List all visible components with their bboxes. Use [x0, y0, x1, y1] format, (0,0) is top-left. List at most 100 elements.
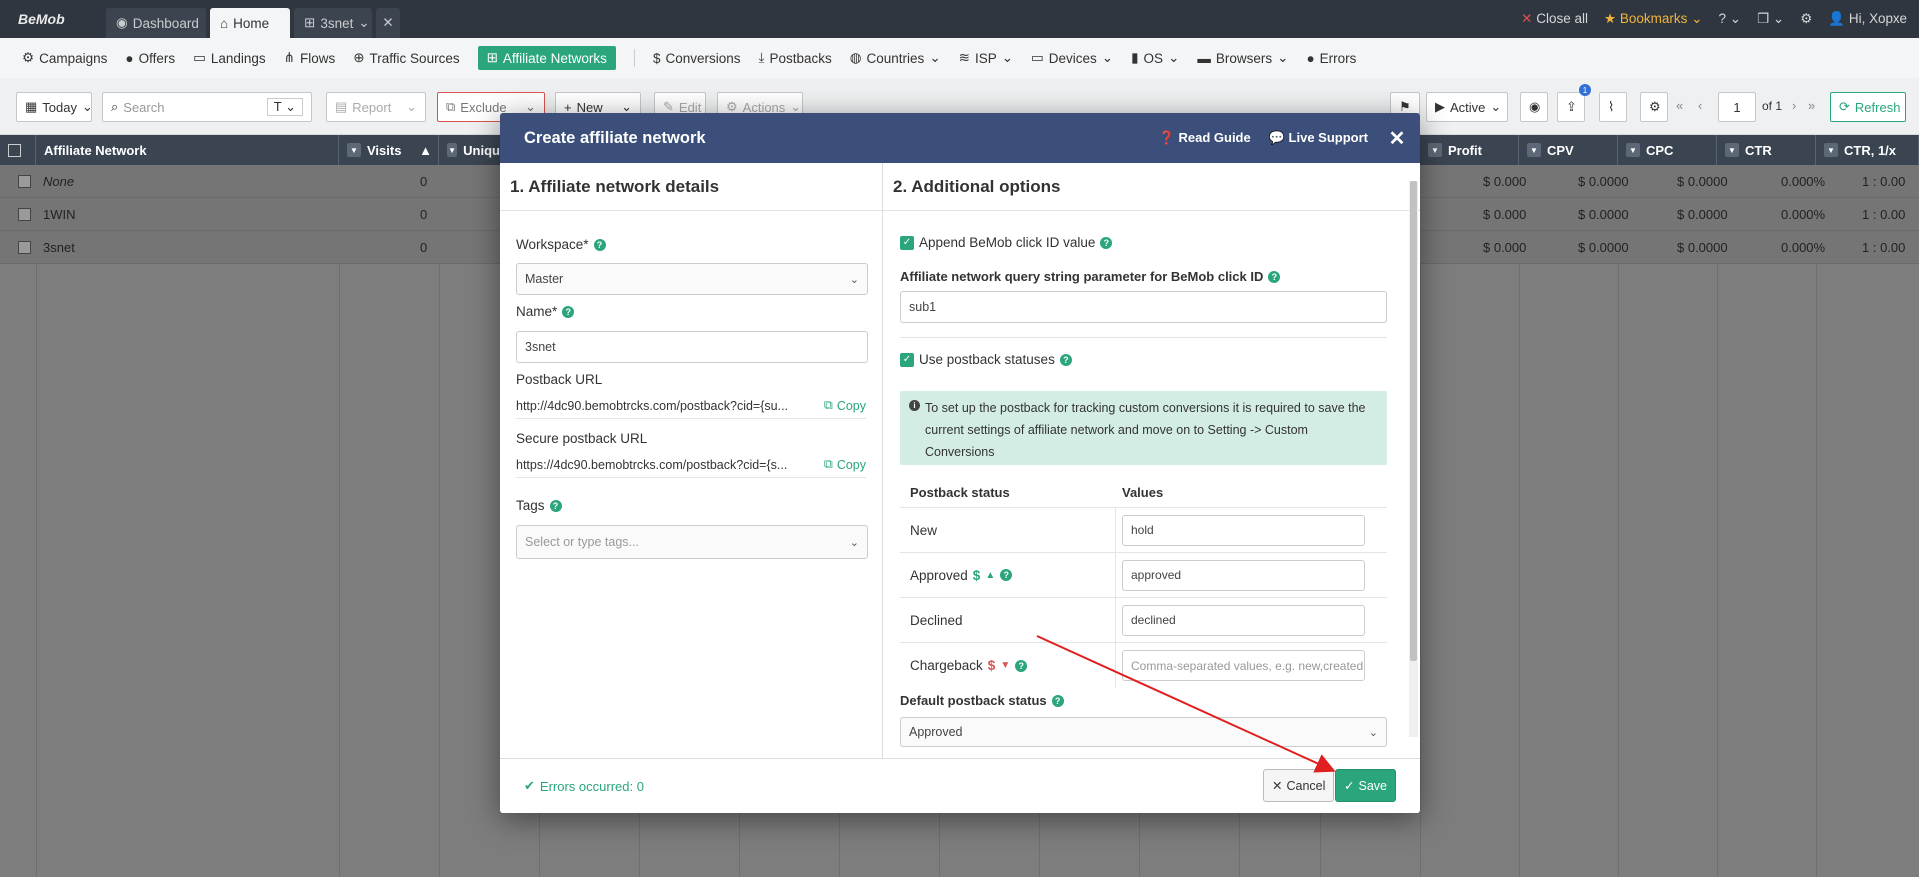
last-page-icon[interactable]: » [1808, 98, 1815, 113]
help-icon[interactable]: ? [1100, 236, 1113, 249]
close-dialog-button[interactable]: ✕ [1384, 126, 1410, 151]
menu-browsers[interactable]: ▬ Browsers ⌄ [1197, 50, 1288, 66]
menu-campaigns[interactable]: ⚙ Campaigns [22, 50, 107, 66]
row-checkbox-cell[interactable] [18, 231, 31, 264]
status-value-input[interactable]: declined [1122, 604, 1365, 636]
menu-os[interactable]: ▮ OS ⌄ [1131, 50, 1179, 66]
cancel-button[interactable]: ✕ Cancel [1263, 769, 1335, 802]
share-button[interactable]: ⇪ 1 [1557, 84, 1591, 122]
menu-conversions[interactable]: $ Conversions [653, 51, 741, 66]
row-checkbox[interactable] [18, 241, 31, 254]
column-header-cpv[interactable]: ▼ CPV [1519, 135, 1618, 165]
column-header-name[interactable]: Affiliate Network [36, 135, 339, 165]
help-icon[interactable]: ? [549, 499, 562, 512]
menu-isp[interactable]: ≋ ISP ⌄ [959, 50, 1013, 66]
menu-traffic-sources[interactable]: ⊕ Traffic Sources [353, 50, 459, 66]
copy-secure-postback-button[interactable]: ⧉ Copy [824, 457, 866, 472]
status-label: New [910, 522, 938, 538]
column-header-profit[interactable]: ▼ Profit [1420, 135, 1519, 165]
menu-countries[interactable]: ◍ Countries ⌄ [850, 50, 941, 66]
prev-page-icon[interactable]: ‹ [1698, 98, 1702, 113]
append-click-id-checkbox[interactable]: ✓ [900, 235, 914, 250]
default-status-select[interactable]: Approved ⌄ [900, 717, 1387, 747]
query-param-input[interactable]: sub1 [900, 291, 1387, 323]
refresh-button[interactable]: ⟳ Refresh [1830, 92, 1906, 122]
status-value-input[interactable]: Comma-separated values, e.g. new,created [1122, 650, 1365, 681]
row-checkbox-cell[interactable] [18, 198, 31, 231]
settings-button[interactable]: ⚙ [1800, 11, 1812, 27]
row-ctr: 0.000% [1781, 174, 1826, 189]
filter-icon[interactable]: ▼ [1725, 143, 1739, 157]
row-checkbox[interactable] [18, 208, 31, 221]
row-checkbox[interactable] [18, 175, 31, 188]
workspace-select[interactable]: Master ⌄ [516, 263, 868, 295]
app-logo[interactable]: BeMob [18, 11, 88, 27]
menu-postbacks[interactable]: ⤓ Postbacks [759, 50, 832, 66]
menu-offers[interactable]: ● Offers [125, 51, 175, 66]
row-checkbox-cell[interactable] [18, 165, 31, 198]
help-icon[interactable]: ? [1268, 270, 1281, 283]
append-click-id-option[interactable]: ✓ Append BeMob click ID value? [900, 235, 1113, 250]
filter-icon[interactable]: ▼ [347, 143, 361, 157]
view-button[interactable]: ◉ [1520, 92, 1548, 122]
select-all-checkbox-cell[interactable] [0, 135, 36, 165]
column-header-ctr[interactable]: ▼ CTR [1717, 135, 1816, 165]
scrollbar[interactable] [1409, 181, 1418, 737]
help-icon[interactable]: ? [1000, 569, 1013, 581]
date-label: Today [42, 99, 77, 115]
read-guide-link[interactable]: ❓ Read Guide [1159, 130, 1251, 146]
search-input[interactable]: ⌕ Search T ⌄ [102, 92, 312, 122]
column-header-visits[interactable]: ▼ Visits ▲ [339, 135, 439, 165]
column-header-cpc[interactable]: ▼ CPC [1618, 135, 1717, 165]
column-header-unique[interactable]: ▼ Uniqu [439, 135, 501, 165]
use-postback-statuses-checkbox[interactable]: ✓ [900, 352, 914, 367]
help-icon[interactable]: ? [1051, 694, 1064, 707]
filter-icon[interactable]: ▼ [1428, 143, 1442, 157]
status-value-input[interactable]: hold [1122, 514, 1365, 546]
next-page-icon[interactable]: › [1792, 98, 1796, 113]
menu-flows[interactable]: ⋔ Flows [284, 50, 336, 66]
menu-landings[interactable]: ▭ Landings [193, 50, 266, 66]
menu-affiliate-networks[interactable]: ⊞ Affiliate Networks [477, 46, 616, 70]
help-icon[interactable]: ? [1015, 659, 1028, 672]
menu-devices[interactable]: ▭ Devices ⌄ [1031, 50, 1113, 66]
tab-home[interactable]: ⌂ Home [210, 8, 290, 38]
tags-select[interactable]: Select or type tags... ⌄ [516, 525, 868, 559]
filter-icon[interactable]: ▼ [1626, 143, 1640, 157]
help-icon[interactable]: ? [593, 238, 606, 251]
chart-button[interactable]: ⌇ [1599, 92, 1627, 122]
menu-errors[interactable]: ● Errors [1306, 51, 1356, 66]
date-range-select[interactable]: ▦ Today ⌄ [16, 92, 93, 122]
help-icon[interactable]: ? [562, 305, 575, 318]
first-page-icon[interactable]: « [1676, 98, 1683, 113]
live-support-link[interactable]: 💬 Live Support [1269, 130, 1368, 146]
close-tab-button[interactable]: ✕ [376, 8, 400, 38]
tags-placeholder: Select or type tags... [525, 535, 639, 549]
use-postback-statuses-option[interactable]: ✓ Use postback statuses? [900, 352, 1072, 367]
report-button[interactable]: ▤ Report ⌄ [326, 92, 426, 122]
close-all-button[interactable]: ✕ Close all [1521, 11, 1588, 27]
select-all-checkbox[interactable] [8, 143, 21, 157]
windows-menu-button[interactable]: ❐ ⌄ [1757, 11, 1784, 27]
tab-dashboard[interactable]: ◉ Dashboard [106, 8, 206, 38]
text-filter-icon[interactable]: T ⌄ [266, 98, 303, 116]
help-icon[interactable]: ? [1059, 353, 1072, 366]
copy-postback-button[interactable]: ⧉ Copy [824, 398, 866, 413]
scrollbar-thumb[interactable] [1410, 181, 1417, 661]
status-value-input[interactable]: approved [1122, 559, 1365, 591]
status-filter-select[interactable]: ▶ Active ⌄ [1426, 92, 1508, 122]
column-header-ctr-1x[interactable]: ▼ CTR, 1/x [1816, 135, 1919, 165]
tab-3snet[interactable]: ⊞ 3snet ⌄ [294, 8, 372, 38]
page-input[interactable]: 1 [1718, 92, 1756, 122]
row-name: None [43, 174, 75, 189]
columns-settings-button[interactable]: ⚙ [1640, 92, 1668, 122]
name-input[interactable]: 3snet [516, 331, 868, 363]
save-button[interactable]: ✓ Save [1335, 769, 1396, 802]
user-menu[interactable]: 👤 Hi, Хорхе [1828, 11, 1907, 27]
create-affiliate-network-dialog: Create affiliate network ❓ Read Guide 💬 … [500, 113, 1420, 813]
help-menu-button[interactable]: ? ⌄ [1718, 11, 1741, 27]
filter-icon[interactable]: ▼ [1824, 143, 1838, 157]
bookmarks-button[interactable]: ★ Bookmarks ⌄ [1604, 11, 1702, 27]
filter-icon[interactable]: ▼ [447, 143, 458, 157]
filter-icon[interactable]: ▼ [1527, 143, 1541, 157]
